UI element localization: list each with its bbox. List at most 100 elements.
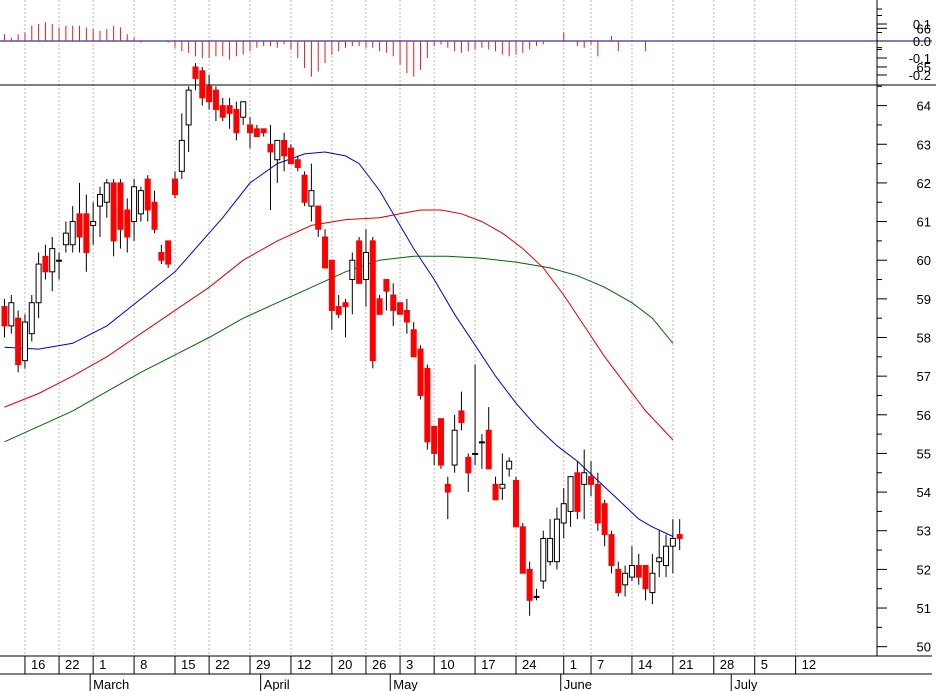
candle-body: [594, 483, 601, 524]
candle: [472, 364, 479, 466]
candle: [103, 179, 110, 218]
candle: [247, 117, 254, 149]
candle: [628, 546, 635, 581]
candle-body: [219, 105, 226, 118]
candle-body: [185, 89, 192, 126]
candle-body: [526, 568, 533, 601]
candle: [567, 476, 574, 527]
candle-body: [83, 213, 90, 253]
x-month-label: April: [264, 677, 290, 691]
candle: [219, 97, 226, 122]
candle-body: [369, 240, 376, 362]
candle: [178, 113, 185, 180]
candle-body: [417, 348, 424, 396]
candle-body: [403, 309, 410, 323]
candle-body: [281, 139, 288, 157]
candle-body: [287, 147, 294, 165]
candle: [376, 294, 383, 315]
candle: [226, 97, 233, 129]
candle-body: [144, 178, 151, 211]
candle: [76, 182, 83, 253]
x-month-label: March: [93, 677, 129, 691]
candle-body: [322, 236, 329, 269]
candle: [15, 310, 22, 373]
price-tick-label: 58: [917, 331, 931, 346]
candle-body: [15, 317, 22, 366]
candle: [274, 139, 281, 183]
price-tick-label: 60: [917, 253, 931, 268]
candle: [437, 418, 444, 469]
candle-body: [1, 306, 8, 327]
candle-body: [56, 259, 63, 262]
candle: [594, 472, 601, 531]
candle: [172, 171, 178, 199]
price-tick-label: 63: [917, 137, 931, 152]
candle: [519, 523, 526, 574]
axes: 0.10.0-0.1-0.250515253545556575859606162…: [0, 0, 932, 691]
price-tick-label: 50: [917, 640, 931, 655]
candle-body: [342, 302, 349, 308]
moving-average-line: [4, 255, 674, 443]
candle-body: [192, 66, 199, 80]
candle-body: [49, 248, 56, 273]
candle: [1, 298, 8, 338]
candle-body: [35, 263, 42, 304]
candle-body: [649, 572, 656, 594]
candle: [526, 561, 533, 616]
candle-body: [260, 128, 267, 134]
candle-body: [581, 472, 588, 485]
candle-body: [383, 279, 390, 292]
x-day-label: 21: [679, 657, 693, 672]
candle-body: [76, 213, 83, 238]
candle-body: [42, 255, 49, 273]
candle: [492, 476, 499, 501]
candle-body: [397, 302, 404, 315]
candle: [124, 198, 131, 253]
candle-body: [410, 329, 417, 358]
candle: [49, 237, 56, 292]
candle: [574, 461, 581, 520]
x-day-label: 14: [638, 657, 652, 672]
candle: [335, 294, 342, 319]
price-tick-label: 62: [917, 176, 931, 191]
x-day-label: 17: [481, 657, 495, 672]
candle: [615, 561, 622, 597]
candle: [144, 175, 151, 222]
candle: [158, 244, 165, 265]
stock-chart: 0.10.0-0.1-0.250515253545556575859606162…: [0, 0, 936, 691]
candle-body: [451, 429, 458, 466]
candle-body: [601, 503, 608, 536]
price-tick-label: 56: [917, 408, 931, 423]
candle: [137, 186, 144, 222]
candle-body: [608, 534, 615, 567]
candle-body: [172, 178, 178, 196]
candle-body: [206, 85, 213, 103]
x-day-label: 22: [65, 657, 79, 672]
candle: [294, 155, 301, 172]
x-month-label: July: [734, 677, 758, 691]
candle: [635, 553, 642, 585]
candle-body: [567, 476, 574, 512]
candle: [649, 553, 656, 605]
candle: [42, 244, 49, 280]
candle-body: [233, 108, 240, 134]
price-tick-label: 51: [917, 601, 931, 616]
candle-body: [362, 251, 369, 281]
x-day-label: 1: [99, 657, 106, 672]
candle: [410, 322, 417, 358]
candle-body: [533, 595, 540, 598]
candle-body: [472, 452, 479, 455]
candle: [35, 252, 42, 319]
candle: [444, 476, 451, 520]
candle-body: [301, 174, 308, 203]
candle-body: [588, 476, 595, 485]
x-day-label: 24: [522, 657, 536, 672]
price-tick-label: 65: [917, 60, 931, 75]
candle-body: [253, 128, 260, 138]
candle: [451, 414, 458, 473]
price-tick-label: 53: [917, 524, 931, 539]
candle-body: [8, 302, 15, 327]
candle: [315, 205, 322, 238]
candle-body: [356, 240, 363, 284]
candle: [431, 425, 438, 466]
